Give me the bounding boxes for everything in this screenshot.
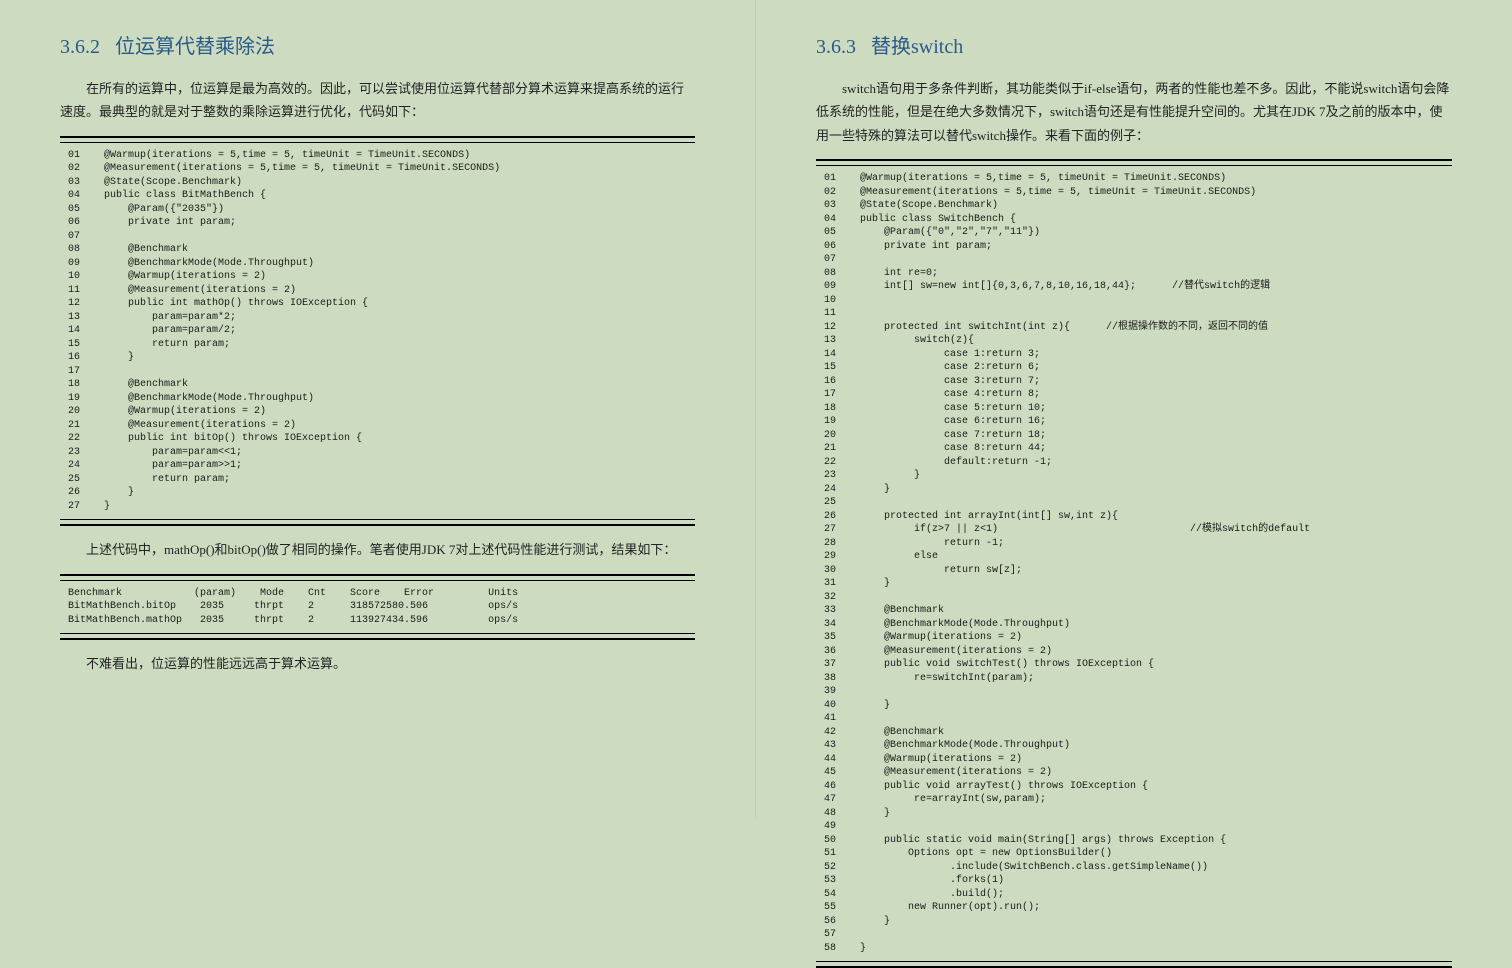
code-right-1: 01 @Warmup(iterations = 5,time = 5, time…	[824, 172, 1444, 955]
section-heading-right: 3.6.3 替换switch	[816, 30, 1452, 59]
code-block-right-1: 01 @Warmup(iterations = 5,time = 5, time…	[816, 159, 1452, 968]
para-right-1: switch语句用于多条件判断，其功能类似于if-else语句，两者的性能也差不…	[816, 77, 1452, 147]
code-block-left-1: 01 @Warmup(iterations = 5,time = 5, time…	[60, 136, 695, 527]
section-title-text: 位运算代替乘除法	[115, 36, 275, 58]
results-block: Benchmark (param) Mode Cnt Score Error U…	[60, 574, 695, 641]
section-heading-left: 3.6.2 位运算代替乘除法	[60, 30, 695, 59]
code-left-1: 01 @Warmup(iterations = 5,time = 5, time…	[68, 149, 687, 514]
para-left-2: 上述代码中，mathOp()和bitOp()做了相同的操作。笔者使用JDK 7对…	[60, 538, 695, 561]
page-left: 3.6.2 位运算代替乘除法 在所有的运算中，位运算是最为高效的。因此，可以尝试…	[0, 0, 756, 819]
page-right: 3.6.3 替换switch switch语句用于多条件判断，其功能类似于if-…	[756, 0, 1512, 819]
section-number: 3.6.2	[60, 36, 100, 58]
para-left-1: 在所有的运算中，位运算是最为高效的。因此，可以尝试使用位运算代替部分算术运算来提…	[60, 77, 695, 124]
results-left: Benchmark (param) Mode Cnt Score Error U…	[68, 587, 687, 628]
section-number: 3.6.3	[816, 36, 856, 58]
section-title-text: 替换switch	[871, 36, 963, 58]
para-left-3: 不难看出，位运算的性能远远高于算术运算。	[60, 652, 695, 675]
